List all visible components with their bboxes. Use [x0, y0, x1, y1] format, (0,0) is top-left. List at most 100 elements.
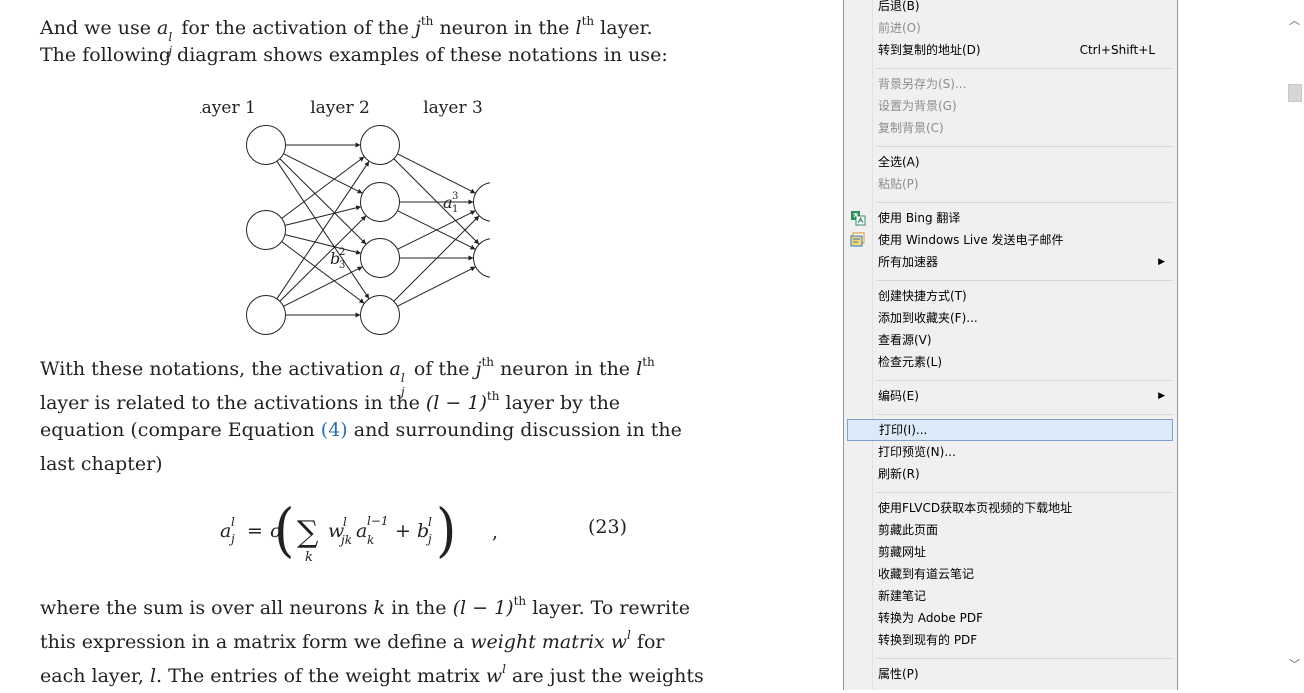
menu-item-label: 转换为 Adobe PDF — [878, 611, 983, 625]
svg-text:l: l — [343, 515, 347, 529]
menu-item: 前进(O) — [846, 17, 1173, 39]
paragraph-line: each layer, l. The entries of the weight… — [40, 662, 704, 687]
menu-item[interactable]: 打印预览(N)... — [846, 441, 1173, 463]
menu-item: 背景另存为(S)... — [846, 73, 1173, 95]
superscript: th — [420, 14, 434, 28]
submenu-arrow-icon: ▶ — [1158, 391, 1165, 401]
menu-item[interactable]: 剪藏网址 — [846, 541, 1173, 563]
menu-item[interactable]: 创建快捷方式(T) — [846, 285, 1173, 307]
menu-separator — [876, 202, 1173, 203]
neuron-node — [360, 125, 400, 165]
text: neuron in the — [433, 17, 576, 39]
layer-label-3: layer 3 — [423, 98, 483, 118]
neuron-node — [473, 182, 490, 222]
node-label-b-sup: 2 — [339, 247, 345, 258]
svg-text:=: = — [247, 520, 263, 542]
menu-item: 粘贴(P) — [846, 173, 1173, 195]
bing-translate-icon — [851, 211, 866, 226]
menu-separator — [876, 658, 1173, 659]
menu-item-label: 编码(E) — [878, 389, 919, 403]
neuron-node — [246, 125, 286, 165]
menu-item-label: 属性(P) — [878, 667, 919, 681]
menu-item-label: 背景另存为(S)... — [878, 77, 967, 91]
scroll-thumb[interactable] — [1288, 84, 1302, 102]
paragraph-line: equation (compare Equation (4) and surro… — [40, 419, 682, 441]
paragraph-line: The following diagram shows examples of … — [40, 44, 668, 66]
connection-edge — [284, 205, 362, 226]
svg-text:l: l — [231, 515, 235, 529]
scroll-down-icon[interactable]: ﹀ — [1289, 656, 1300, 672]
menu-item-label: 打印(I)... — [879, 423, 928, 437]
activation-symbol: alj — [389, 358, 405, 399]
menu-item-label: 复制背景(C) — [878, 121, 944, 135]
activation-symbol: alj — [156, 17, 173, 58]
menu-item[interactable]: 检查元素(L) — [846, 351, 1173, 373]
connection-edge — [284, 234, 362, 255]
menu-item[interactable]: 转换到现有的 PDF — [846, 629, 1173, 651]
svg-text:jk: jk — [338, 533, 352, 547]
connections — [276, 142, 480, 318]
menu-item-label: 设置为背景(G) — [878, 99, 957, 113]
menu-separator — [876, 68, 1173, 69]
menu-item: 复制背景(C) — [846, 117, 1173, 139]
menu-item-label: 转换到现有的 PDF — [878, 633, 978, 647]
context-menu: 后退(B) 前进(O) 转到复制的地址(D) Ctrl+Shift+L 背景另存为(S)… — [843, 0, 1178, 690]
menu-item[interactable]: 转到复制的地址(D) Ctrl+Shift+L — [846, 39, 1173, 61]
menu-item[interactable]: 打印(I)... — [847, 419, 1173, 441]
menu-item-label: 所有加速器 — [878, 255, 939, 269]
menu-item-label: 创建快捷方式(T) — [878, 289, 967, 303]
menu-item[interactable]: 使用 Bing 翻译 — [846, 207, 1173, 229]
menu-separator — [876, 492, 1173, 493]
menu-item[interactable]: 使用FLVCD获取本页视频的下载地址 — [846, 497, 1173, 519]
menu-item[interactable]: 刷新(R) — [846, 463, 1173, 485]
menu-item[interactable]: 编码(E) ▶ — [846, 385, 1173, 407]
menu-separator — [876, 280, 1173, 281]
neuron-node — [360, 182, 400, 222]
menu-item[interactable]: 收藏到有道云笔记 — [846, 563, 1173, 585]
submenu-arrow-icon: ▶ — [1158, 257, 1165, 267]
svg-text:+: + — [395, 520, 411, 542]
menu-item[interactable]: 使用 Windows Live 发送电子邮件 — [846, 229, 1173, 251]
menu-item-label: 粘贴(P) — [878, 177, 919, 191]
node-label-a-sub: 1 — [452, 204, 458, 215]
menu-item[interactable]: 全选(A) — [846, 151, 1173, 173]
vertical-scrollbar[interactable]: ︿ ﹀ — [1285, 0, 1304, 688]
neuron-node — [246, 210, 286, 250]
menu-item-label: 新建笔记 — [878, 589, 927, 603]
paragraph-line: last chapter) — [40, 453, 163, 475]
svg-text:k: k — [305, 550, 313, 565]
connection-edge — [279, 215, 367, 302]
menu-item-label: 前进(O) — [878, 21, 921, 35]
menu-item[interactable]: 添加到收藏夹(F)... — [846, 307, 1173, 329]
menu-item[interactable]: 查看源(V) — [846, 329, 1173, 351]
menu-item-label: 收藏到有道云笔记 — [878, 567, 975, 581]
menu-item[interactable]: 属性(P) — [846, 663, 1173, 685]
menu-item-label: 使用FLVCD获取本页视频的下载地址 — [878, 501, 1073, 515]
neurons — [246, 125, 490, 335]
menu-item[interactable]: 转换为 Adobe PDF — [846, 607, 1173, 629]
neuron-node — [360, 295, 400, 335]
menu-item-label: 打印预览(N)... — [878, 445, 956, 459]
text: for the activation of the — [175, 17, 415, 39]
menu-separator — [876, 146, 1173, 147]
menu-item-label: 转到复制的地址(D) — [878, 43, 981, 57]
equation-link[interactable]: (4) — [321, 419, 348, 441]
menu-item-label: 剪藏此页面 — [878, 523, 939, 537]
menu-item[interactable]: 后退(B) — [846, 0, 1173, 17]
menu-item[interactable]: 剪藏此页面 — [846, 519, 1173, 541]
menu-item-label: 刷新(R) — [878, 467, 920, 481]
menu-item: 设置为背景(G) — [846, 95, 1173, 117]
scroll-up-icon[interactable]: ︿ — [1289, 12, 1300, 28]
svg-text:l: l — [428, 515, 432, 529]
neuron-node — [246, 295, 286, 335]
menu-item[interactable]: 所有加速器 ▶ — [846, 251, 1173, 273]
text: And we use — [40, 17, 157, 39]
menu-item-label: 使用 Windows Live 发送电子邮件 — [878, 233, 1064, 247]
menu-item[interactable]: 新建笔记 — [846, 585, 1173, 607]
windows-live-mail-icon — [850, 232, 865, 247]
menu-item-shortcut: Ctrl+Shift+L — [1079, 43, 1155, 57]
superscript: th — [581, 14, 595, 28]
menu-item-label: 查看源(V) — [878, 333, 932, 347]
svg-text:a: a — [220, 520, 231, 542]
node-label-a-sup: 3 — [452, 191, 458, 202]
